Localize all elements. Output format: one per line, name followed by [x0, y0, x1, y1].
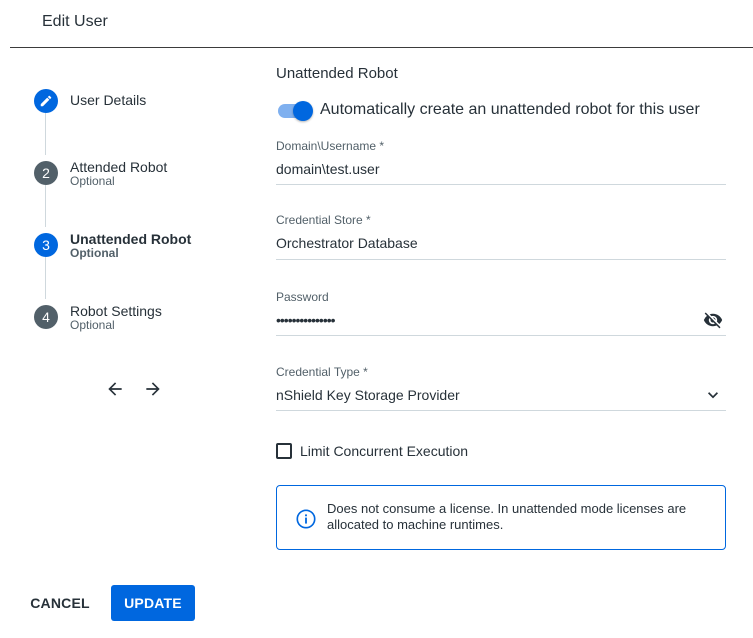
auto-create-robot-toggle[interactable]	[276, 101, 313, 121]
credential-type-dropdown-button[interactable]	[702, 384, 724, 406]
step-optional: Optional	[70, 174, 115, 188]
step-label: Attended Robot	[70, 159, 168, 175]
credential-store-field[interactable]: Credential Store * Orchestrator Database	[276, 213, 726, 260]
toggle-thumb	[293, 101, 313, 121]
step-label: User Details	[70, 92, 147, 108]
chevron-down-icon	[708, 392, 718, 399]
field-underline	[276, 335, 726, 336]
step-circle	[34, 89, 58, 113]
info-icon	[296, 509, 316, 529]
header-divider	[10, 47, 753, 48]
field-label: Credential Store *	[276, 213, 371, 227]
license-info-box: Does not consume a license. In unattende…	[276, 485, 726, 550]
step-circle: 2	[34, 161, 58, 185]
cancel-button[interactable]: CANCEL	[24, 585, 96, 621]
step-circle: 4	[34, 305, 58, 329]
field-underline	[276, 410, 726, 411]
next-step-button[interactable]	[142, 378, 164, 400]
eye-off-icon	[703, 312, 723, 329]
field-label: Domain\Username *	[276, 139, 385, 153]
field-label: Credential Type *	[276, 365, 368, 379]
domain-username-input[interactable]: domain\test.user	[276, 161, 726, 181]
checkbox-label: Limit Concurrent Execution	[300, 443, 469, 459]
password-field[interactable]: Password •••••••••••••••	[276, 290, 726, 336]
section-title: Unattended Robot	[276, 65, 398, 82]
password-input[interactable]: •••••••••••••••	[276, 312, 726, 332]
credential-store-input[interactable]: Orchestrator Database	[276, 235, 726, 255]
field-underline	[276, 259, 726, 260]
step-label: Robot Settings	[70, 303, 162, 319]
credential-type-select[interactable]: nShield Key Storage Provider	[276, 387, 726, 407]
step-navigation	[104, 378, 164, 400]
toggle-password-visibility-button[interactable]	[702, 309, 724, 331]
auto-create-robot-label: Automatically create an unattended robot…	[320, 101, 700, 118]
step-connector	[45, 113, 46, 155]
arrow-left-icon	[108, 382, 122, 396]
step-connector	[45, 257, 46, 299]
pencil-icon	[40, 95, 52, 107]
limit-concurrent-checkbox[interactable]	[276, 443, 292, 459]
arrow-right-icon	[146, 382, 160, 396]
field-underline	[276, 184, 726, 185]
step-connector	[45, 185, 46, 227]
previous-step-button[interactable]	[104, 378, 126, 400]
field-label: Password	[276, 290, 329, 304]
step-circle: 3	[34, 233, 58, 257]
step-label: Unattended Robot	[70, 231, 192, 247]
step-optional: Optional	[70, 318, 115, 332]
info-text: Does not consume a license. In unattende…	[327, 501, 687, 532]
credential-type-field[interactable]: Credential Type * nShield Key Storage Pr…	[276, 365, 726, 411]
domain-username-field[interactable]: Domain\Username * domain\test.user	[276, 139, 726, 185]
update-button[interactable]: UPDATE	[111, 585, 195, 621]
limit-concurrent-execution[interactable]: Limit Concurrent Execution	[276, 443, 468, 459]
dialog-title: Edit User	[42, 13, 108, 30]
step-optional: Optional	[70, 246, 119, 260]
